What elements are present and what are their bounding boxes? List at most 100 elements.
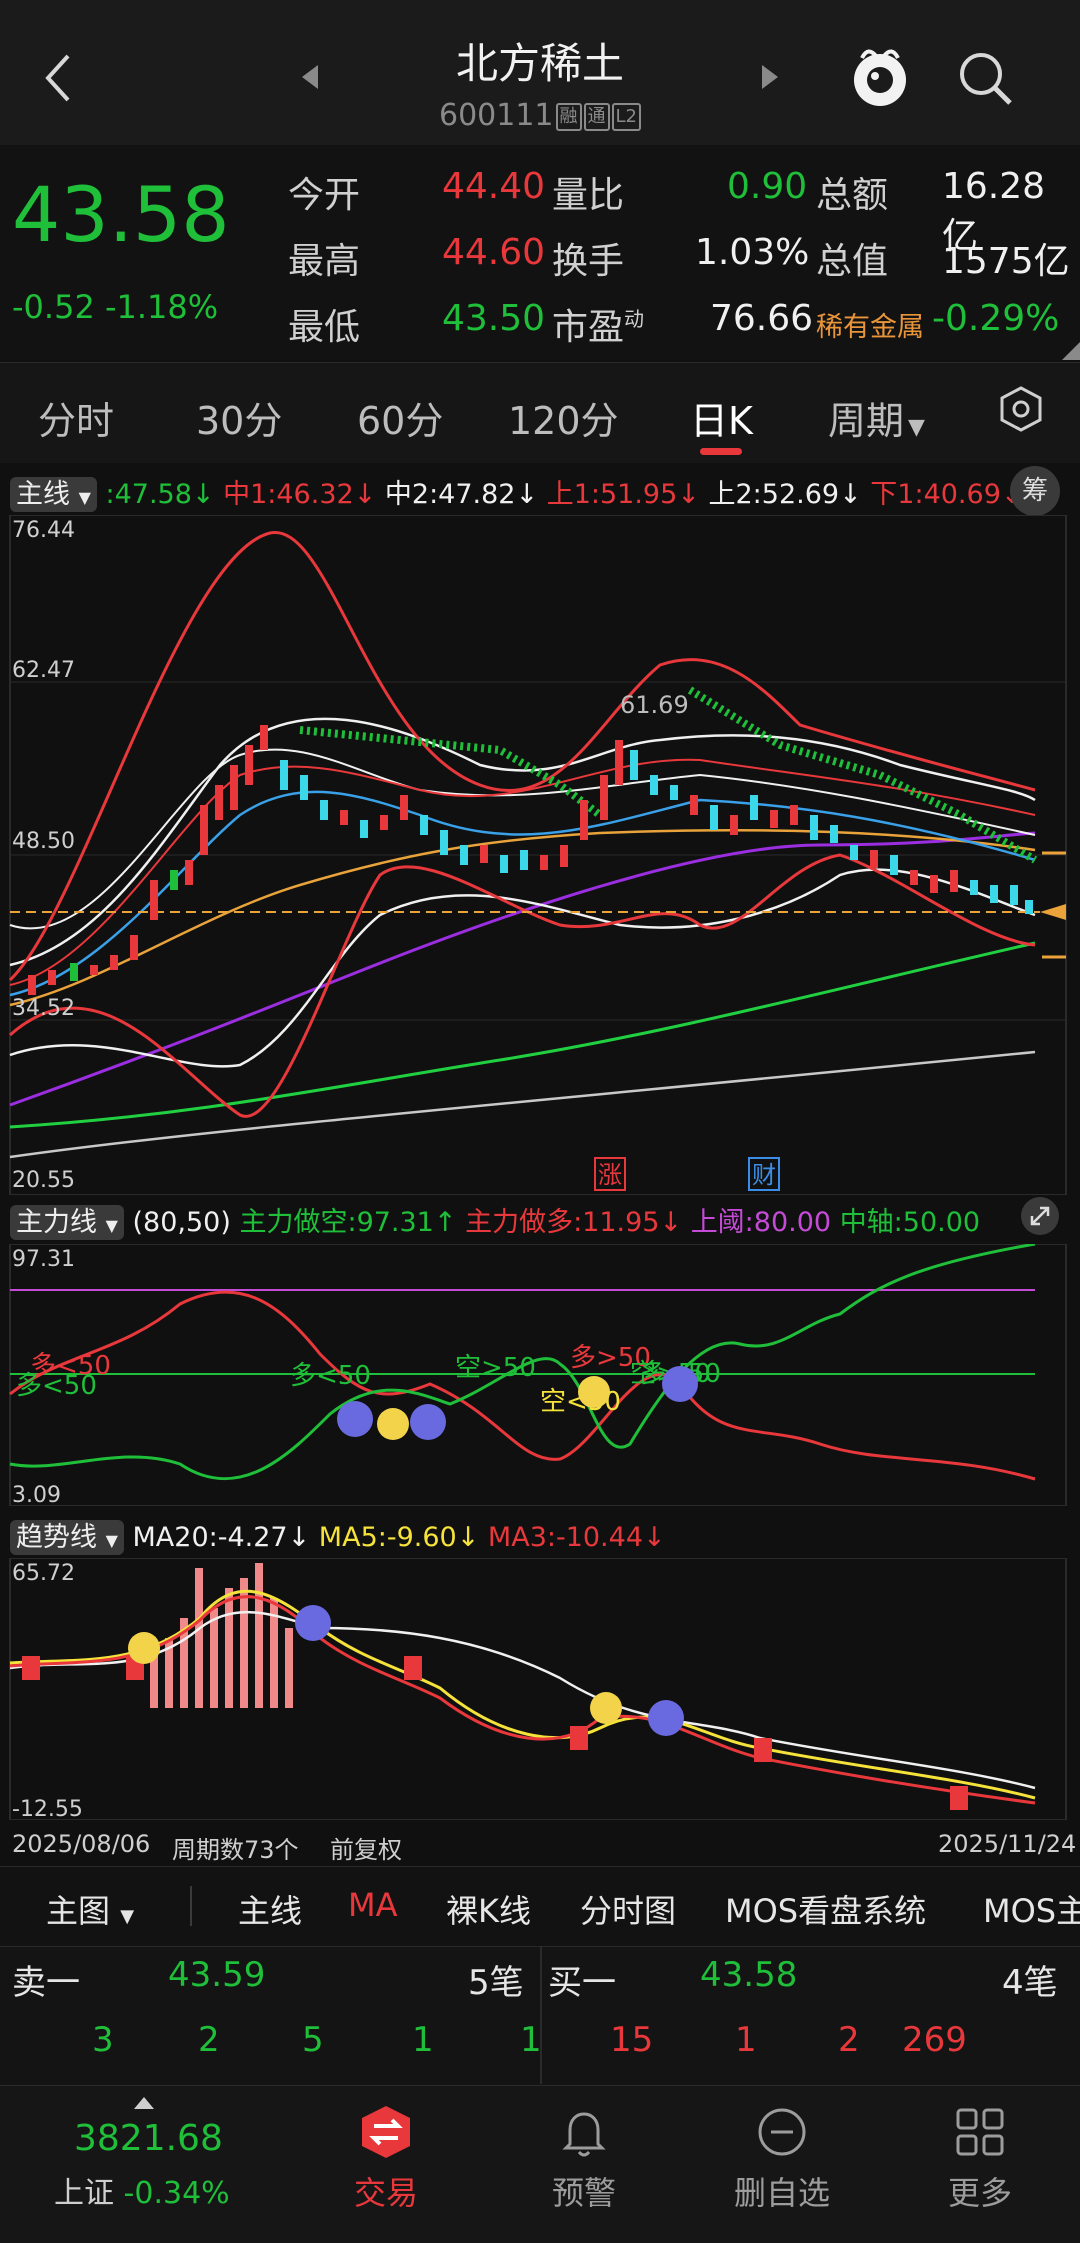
change-percent: -1.18% [104, 288, 219, 326]
force-params: (80,50) [132, 1207, 231, 1238]
tab-period[interactable]: 周期 ▼ [828, 390, 925, 445]
main-indicator-select[interactable]: 主线 ▼ [10, 477, 97, 512]
badge-tong: 通 [583, 102, 610, 131]
sell1-label: 卖一 [12, 1963, 80, 2003]
menu-mainline[interactable]: 主线 [238, 1886, 302, 1932]
high-price-marker: 61.69 [620, 691, 689, 719]
index-row[interactable]: 上证 -0.34% [54, 2168, 230, 2212]
more-grid-icon[interactable] [952, 2104, 1008, 2164]
sell-queue-0: 3 [92, 2020, 114, 2060]
main-legend-0: :47.58↓ [105, 479, 215, 510]
menu-bare-kline[interactable]: 裸K线 [446, 1886, 531, 1932]
expand-icon[interactable] [1020, 1196, 1060, 1240]
tab-intraday[interactable]: 分时 [38, 390, 114, 445]
y-label-4: 20.55 [12, 1168, 75, 1193]
tab-daily-k[interactable]: 日K [690, 390, 753, 445]
trend-indicator-select[interactable]: 趋势线 ▼ [10, 1520, 124, 1555]
label-turnover-amount: 总额 [816, 175, 889, 216]
last-price: 43.58 [12, 170, 230, 259]
trend-indicator-label: 趋势线 [16, 1522, 97, 1553]
chevron-down-icon: ▼ [78, 488, 91, 507]
sell-queue-4: 1 [520, 2020, 542, 2060]
main-legend-4: 上2:52.69↓ [708, 479, 862, 510]
badge-rong: 融 [555, 102, 582, 131]
menu-mos-main[interactable]: MOS主 [983, 1886, 1080, 1932]
candles [28, 725, 1033, 995]
main-legend-1: 中1:46.32↓ [223, 479, 377, 510]
nav-more[interactable]: 更多 [910, 2168, 1050, 2214]
trend-chart[interactable]: 65.72 -12.55 [0, 1558, 1080, 1820]
label-sector[interactable]: 稀有金属 [816, 305, 924, 344]
stock-code-row: 600111 融通 L2 [0, 98, 1080, 133]
y-label-3: 34.52 [12, 996, 75, 1021]
buy-queue-3: 269 [902, 2020, 967, 2060]
trend-legend-1: MA5:-9.60↓ [318, 1522, 480, 1553]
label-volume-ratio: 量比 [552, 175, 625, 216]
tab-120min[interactable]: 120分 [508, 390, 619, 445]
trend-histogram [150, 1563, 293, 1708]
value-open: 44.40 [442, 166, 546, 207]
tab-30min[interactable]: 30分 [196, 390, 282, 445]
chevron-down-icon: ▼ [908, 415, 925, 440]
value-high: 44.60 [442, 232, 546, 273]
buy1-label: 买一 [548, 1963, 616, 2003]
event-finance[interactable]: 财 [752, 1161, 776, 1189]
end-date: 2025/11/24 [938, 1830, 1077, 1858]
label-low: 最低 [288, 307, 361, 348]
nav-trade[interactable]: 交易 [316, 2168, 456, 2214]
order-book-divider [540, 1946, 542, 2084]
menu-main-chart-label: 主图 [46, 1892, 111, 1930]
badge-l2: L2 [611, 102, 641, 131]
chip-distribution-button[interactable]: 筹 [1010, 466, 1060, 516]
price-change: -0.52 -1.18% [12, 288, 218, 326]
buy1-price: 43.58 [700, 1955, 798, 1995]
search-icon[interactable] [955, 48, 1015, 112]
event-limit-up[interactable]: 涨 [598, 1161, 622, 1189]
bell-icon[interactable] [556, 2104, 612, 2164]
index-value[interactable]: 3821.68 [74, 2118, 223, 2159]
chevron-down-icon: ▼ [120, 1906, 135, 1927]
stock-code: 600111 [438, 98, 554, 133]
menu-ma[interactable]: MA [348, 1886, 398, 1924]
chevron-down-icon: ▼ [105, 1531, 118, 1550]
main-kline-chart[interactable]: 61.69 76.44 62.47 48.50 34.52 20.55 涨 财 [0, 515, 1080, 1195]
settings-hexagon-icon[interactable] [996, 384, 1046, 438]
force-chart[interactable]: 97.31 3.09 多<50 多<50 多<50 空>50 多>50 空<50… [0, 1244, 1080, 1506]
menu-main-chart[interactable]: 主图 ▼ [46, 1886, 134, 1932]
trend-legend-0: MA20:-4.27↓ [132, 1522, 311, 1553]
annotation-3: 空>50 [455, 1353, 536, 1383]
mascot-icon[interactable] [848, 42, 912, 116]
force-indicator-select[interactable]: 主力线 ▼ [10, 1205, 124, 1240]
nav-alert[interactable]: 预警 [514, 2168, 654, 2214]
force-y-bottom: 3.09 [12, 1483, 61, 1506]
force-legend-0: 主力做空:97.31↑ [239, 1207, 457, 1238]
sell1-price: 43.59 [168, 1955, 266, 1995]
start-date: 2025/08/06 [12, 1830, 151, 1858]
annotation-2: 多<50 [290, 1361, 371, 1391]
bottom-nav [0, 2085, 1080, 2243]
caret-up-icon [134, 2094, 154, 2113]
label-open: 今开 [288, 175, 361, 216]
menu-mos-system[interactable]: MOS看盘系统 [725, 1886, 926, 1932]
index-change: -0.34% [123, 2176, 230, 2211]
menu-intraday-chart[interactable]: 分时图 [580, 1886, 676, 1932]
buy-sell-markers [22, 1656, 968, 1810]
nav-remove-watchlist[interactable]: 删自选 [712, 2168, 852, 2214]
tab-60min[interactable]: 60分 [357, 390, 443, 445]
y-label-1: 62.47 [12, 658, 75, 683]
main-legend-2: 中2:47.82↓ [384, 479, 539, 510]
trend-legend-2: MA3:-10.44↓ [487, 1522, 666, 1553]
value-sector-change: -0.29% [932, 298, 1060, 339]
buy1-count: 4笔 [1002, 1963, 1058, 2003]
main-legend-5: 下1:40.69↓ [870, 479, 1024, 510]
force-legend-2: 上阈:80.00 [690, 1207, 832, 1238]
adjust-mode[interactable]: 前复权 [330, 1830, 402, 1865]
remove-watchlist-icon[interactable] [754, 2104, 810, 2164]
sell-queue-1: 2 [198, 2020, 220, 2060]
buy-queue-0: 15 [610, 2020, 654, 2060]
force-y-top: 97.31 [12, 1247, 75, 1272]
change-value: -0.52 [12, 288, 95, 326]
trade-icon[interactable] [358, 2104, 414, 2164]
sell-queue-3: 1 [412, 2020, 434, 2060]
force-legend-3: 中轴:50.00 [839, 1207, 981, 1238]
